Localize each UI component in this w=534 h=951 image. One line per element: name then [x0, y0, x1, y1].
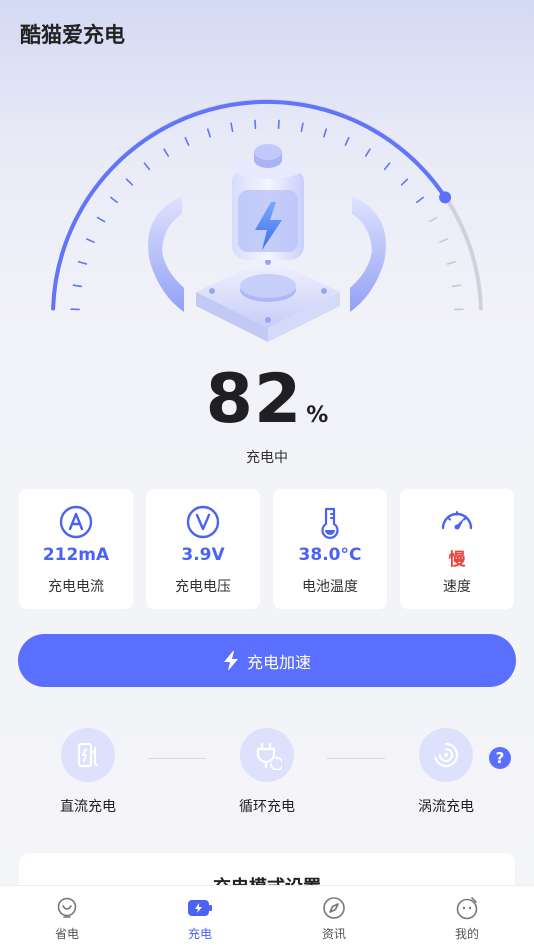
stat-card-voltage: 3.9V 充电电压 — [146, 489, 260, 609]
gauge-tick — [184, 137, 190, 146]
tab-label: 资讯 — [321, 927, 346, 941]
stat-card-temperature: 38.0°C 电池温度 — [273, 489, 387, 609]
gauge-tick — [446, 260, 457, 265]
lightning-icon — [223, 650, 238, 671]
battery-gauge — [51, 99, 483, 342]
mode-cycle[interactable]: 循环充电 — [207, 728, 327, 816]
gauge-tick — [364, 148, 371, 157]
tab-label: 省电 — [54, 927, 79, 941]
tab-label: 充电 — [187, 927, 212, 941]
gauge-tick — [383, 162, 391, 171]
mode-vortex[interactable]: 涡流充电 — [386, 728, 506, 816]
gauge-tick — [96, 216, 106, 223]
battery-bolt-icon — [188, 900, 212, 916]
gauge-tick — [77, 260, 88, 265]
percent-value: 82 — [205, 360, 303, 439]
battery-illustration-icon — [148, 144, 386, 342]
gauge-tick — [163, 148, 170, 157]
gauge-tick — [400, 178, 409, 186]
compass-icon — [323, 897, 345, 919]
gauge-tick — [428, 216, 438, 223]
gauge-tick — [439, 238, 449, 243]
tab-mine[interactable]: 我的 — [427, 896, 507, 942]
stat-value: 慢 — [448, 550, 466, 570]
gauge-tick — [230, 122, 234, 132]
gauge-tick — [206, 128, 211, 138]
stats-row: 212mA 充电电流 3.9V 充电电压 38.0°C 电池温度 慢 速度 — [19, 489, 515, 609]
gauge-tick — [125, 178, 134, 186]
stat-value: 3.9V — [181, 545, 225, 565]
voltage-icon — [186, 505, 220, 539]
mode-label: 直流充电 — [60, 799, 116, 815]
mode-divider — [327, 758, 385, 759]
bulb-icon — [57, 897, 77, 918]
gauge-tick — [323, 128, 328, 138]
tab-label: 我的 — [454, 927, 479, 941]
gauge-tick — [72, 284, 83, 288]
gauge-tick — [300, 122, 304, 132]
tab-news[interactable]: 资讯 — [294, 896, 374, 942]
help-icon[interactable]: ? — [489, 747, 511, 769]
stat-label: 充电电压 — [175, 579, 231, 595]
vortex-charge-icon — [434, 742, 459, 768]
tab-charge[interactable]: 充电 — [160, 896, 240, 942]
charging-status: 充电中 — [246, 450, 288, 466]
gauge-tick — [344, 137, 350, 146]
gauge-tick — [85, 238, 95, 243]
tab-save-power[interactable]: 省电 — [27, 896, 107, 942]
bottom-tab-bar: 省电 充电 资讯 我的 — [0, 885, 534, 951]
boost-label: 充电加速 — [246, 652, 311, 672]
gauge-knob — [439, 191, 452, 204]
stat-label: 电池温度 — [302, 579, 358, 595]
mode-label: 涡流充电 — [418, 799, 474, 815]
stat-card-current: 212mA 充电电流 — [19, 489, 133, 609]
ampere-icon — [59, 505, 93, 539]
stat-label: 速度 — [443, 579, 471, 595]
gauge-tick — [143, 162, 151, 171]
dc-charge-icon — [77, 742, 99, 768]
speedometer-icon — [441, 511, 473, 530]
percent-unit: % — [306, 403, 329, 428]
cycle-charge-icon — [256, 742, 282, 770]
gauge-tick — [110, 196, 119, 204]
gauge-tick — [451, 284, 462, 288]
mode-label: 循环充电 — [239, 799, 295, 815]
mode-dc[interactable]: 直流充电 — [28, 728, 148, 816]
stat-value: 38.0°C — [298, 545, 362, 565]
thermometer-icon — [321, 507, 339, 539]
stat-label: 充电电流 — [48, 579, 104, 595]
battery-percent: 82% — [0, 360, 534, 439]
mode-divider — [148, 758, 206, 759]
stat-value: 212mA — [42, 545, 110, 565]
gauge-tick — [415, 196, 424, 204]
face-icon — [456, 897, 478, 920]
boost-button[interactable]: 充电加速 — [18, 634, 516, 687]
stat-card-speed: 慢 速度 — [400, 489, 514, 609]
